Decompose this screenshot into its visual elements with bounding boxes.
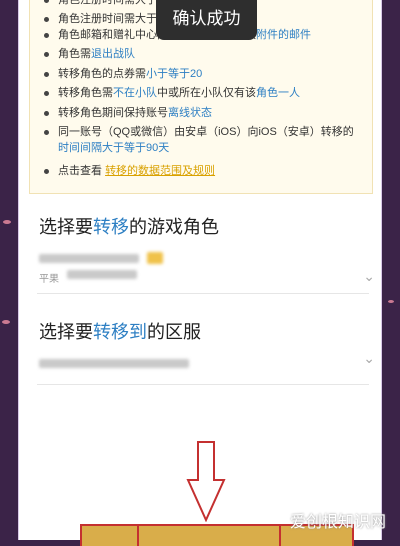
down-arrow-icon [186, 441, 226, 522]
rule-item: 转移角色期间保持账号离线状态 [44, 105, 362, 121]
highlight-box [137, 524, 281, 546]
rule-text: 角色需 [58, 48, 91, 60]
server-select[interactable]: ⌄ [37, 350, 375, 380]
background-petal [388, 300, 394, 303]
chevron-down-icon: ⌄ [363, 350, 375, 366]
rule-text: 点击查看 [58, 165, 106, 177]
rule-item[interactable]: 点击查看 转移的数据范围及规则 [44, 163, 362, 179]
rule-item: 角色需退出战队 [44, 46, 362, 62]
rule-text: 角色一人 [256, 87, 300, 99]
bullet-icon [44, 17, 49, 22]
chevron-down-icon: ⌄ [363, 268, 375, 284]
bullet-icon [44, 0, 49, 3]
divider [37, 384, 369, 385]
rule-text: 小于等于20 [146, 68, 203, 80]
rule-text: 离线状态 [168, 107, 212, 119]
transfer-panel: 角色注册时间需大于等于... 角色注册时间需大于等于... 角色邮箱和赠礼中心内… [18, 0, 382, 540]
blurred-role-name [39, 254, 139, 263]
divider [37, 293, 369, 294]
rule-text: 转移角色期间保持账号 [58, 107, 168, 119]
role-sub-label: 平果 [39, 274, 59, 285]
rule-item: 转移角色的点券需小于等于20 [44, 66, 362, 82]
success-toast: 确认成功 [156, 0, 257, 40]
choose-role-title: 选择要转移的游戏角色 [39, 217, 219, 237]
rule-text: 中或所在小队仅有该 [157, 87, 256, 99]
bullet-icon [44, 111, 49, 116]
rule-item: 同一账号（QQ或微信）由安卓（iOS）向iOS（安卓）转移的时间间隔大于等于90… [44, 124, 362, 156]
rule-text: 不在小队 [113, 87, 157, 99]
bullet-icon [44, 52, 49, 57]
blurred-role-detail [67, 270, 137, 279]
choose-server-title: 选择要转移到的区服 [39, 322, 201, 342]
rules-link[interactable]: 转移的数据范围及规则 [105, 165, 215, 177]
role-select[interactable]: 平果 ⌄ [37, 248, 375, 288]
bullet-icon [44, 169, 49, 174]
bullet-icon [44, 72, 49, 77]
rule-text: 退出战队 [91, 48, 135, 60]
rule-text: 附件的邮件 [256, 29, 311, 41]
bullet-icon [44, 91, 49, 96]
rule-item: 转移角色需不在小队中或所在小队仅有该角色一人 [44, 85, 362, 101]
rule-text: 转移角色需 [58, 87, 113, 99]
background-petal [2, 320, 10, 324]
rule-text: 时间间隔大于等于90天 [58, 142, 170, 154]
background-petal [3, 220, 11, 224]
rule-text: 转移角色的点券需 [58, 68, 146, 80]
rule-text: 同一账号（QQ或微信）由安卓（iOS）向iOS（安卓）转移的 [58, 126, 354, 138]
blurred-server-name [39, 359, 189, 368]
bullet-icon [44, 33, 49, 38]
watermark: 爱创根知识网 [289, 514, 386, 531]
role-badge-icon [147, 252, 163, 264]
bullet-icon [44, 130, 49, 135]
